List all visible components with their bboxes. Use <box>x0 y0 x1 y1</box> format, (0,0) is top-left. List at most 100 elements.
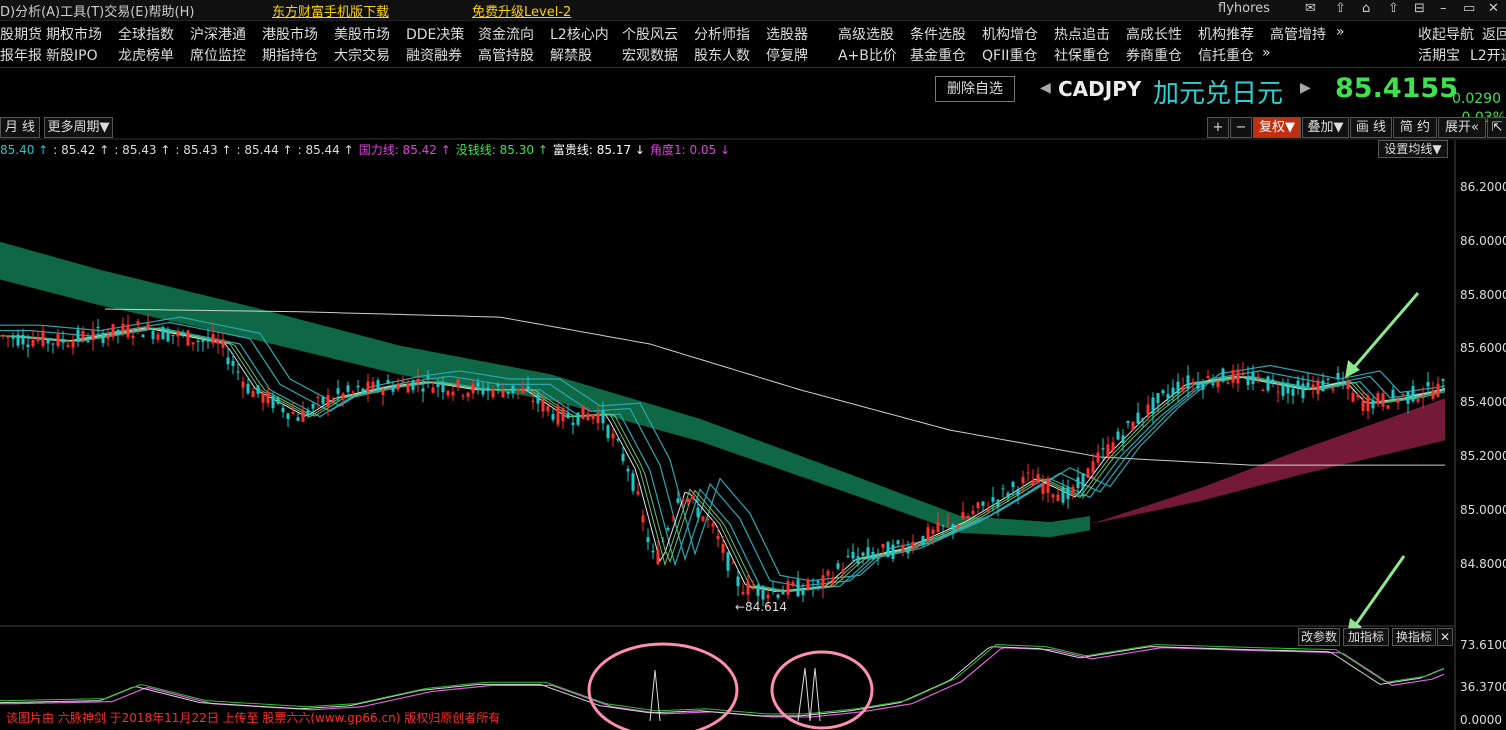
candle-body <box>1181 386 1185 391</box>
candle-body <box>91 330 95 341</box>
candle-body <box>691 495 695 499</box>
candle-body <box>1221 368 1225 382</box>
candle-body <box>101 333 105 344</box>
candle-body <box>431 387 435 393</box>
candle-body <box>511 385 515 394</box>
candle-body <box>1291 388 1295 396</box>
candle-body <box>436 382 440 388</box>
ma-band-green <box>0 241 1090 538</box>
candle-body <box>471 383 475 394</box>
candle-body <box>531 400 535 403</box>
candle-body <box>291 411 295 414</box>
candle-body <box>1121 435 1125 443</box>
candle-body <box>416 378 420 384</box>
candle-body <box>1111 442 1115 451</box>
candle-body <box>51 343 55 345</box>
candle-body <box>1371 399 1375 409</box>
indicator-line-white <box>0 646 1445 717</box>
candle-body <box>1001 488 1005 490</box>
candle-body <box>346 385 350 392</box>
candle-body <box>1206 375 1210 379</box>
candle-body <box>886 542 890 558</box>
candle-body <box>1406 391 1410 404</box>
candle-body <box>96 326 100 329</box>
candle-body <box>756 584 760 596</box>
candle-body <box>711 523 715 527</box>
candle-body <box>1216 381 1220 388</box>
candle-body <box>456 379 460 388</box>
indicator-axis-label: 73.6100 <box>1460 638 1506 652</box>
candle-body <box>166 331 170 342</box>
candle-body <box>741 592 745 595</box>
candle-body <box>656 550 660 565</box>
candle-body <box>836 563 840 569</box>
annotation-arrow <box>1348 292 1420 373</box>
candle-body <box>956 525 960 528</box>
candle-body <box>71 340 75 348</box>
candle-body <box>1186 375 1190 389</box>
candle-body <box>1156 393 1160 403</box>
candle-body <box>1016 488 1020 496</box>
candle-body <box>1351 392 1355 402</box>
candle-body <box>1176 381 1180 394</box>
candle-body <box>1171 387 1175 395</box>
candle-body <box>266 391 270 404</box>
candle-body <box>911 541 915 548</box>
candle-body <box>231 360 235 366</box>
candle-body <box>921 535 925 545</box>
candle-body <box>1286 385 1290 394</box>
candle-body <box>1276 391 1280 393</box>
candle-body <box>986 509 990 512</box>
candle-body <box>816 580 820 583</box>
candle-body <box>1281 383 1285 396</box>
candle-body <box>941 525 945 527</box>
candle-body <box>31 339 35 347</box>
candle-body <box>486 387 490 392</box>
candle-body <box>671 516 675 518</box>
candle-body <box>1336 372 1340 380</box>
candle-body <box>1056 494 1060 501</box>
candle-body <box>506 391 510 394</box>
watermark-text: 该图片由 六脉神剑 于2018年11月22日 上传至 股票六六(www.gp66… <box>6 711 501 725</box>
candle-body <box>641 515 645 523</box>
candle-body <box>1346 382 1350 390</box>
price-axis-label: 85.8000 <box>1460 287 1506 302</box>
candle-body <box>871 551 875 559</box>
candle-body <box>1161 390 1165 394</box>
candle-body <box>1331 388 1335 391</box>
candle-body <box>1046 478 1050 493</box>
candle-body <box>1131 421 1135 431</box>
candle-body <box>216 339 220 344</box>
candle-body <box>56 333 60 347</box>
candle-body <box>61 338 65 343</box>
close-indicator-icon[interactable]: ✕ <box>1437 628 1453 646</box>
candlestick-chart[interactable]: ←84.614 <box>0 0 1506 730</box>
candle-body <box>126 324 130 337</box>
candle-body <box>491 389 495 398</box>
candle-body <box>1391 389 1395 399</box>
candle-body <box>1401 394 1405 396</box>
candle-body <box>411 380 415 391</box>
candle-body <box>601 411 605 424</box>
candle-body <box>1136 412 1140 424</box>
candle-body <box>1431 390 1435 399</box>
candle-body <box>571 422 575 425</box>
candle-body <box>361 388 365 393</box>
candle-body <box>1091 461 1095 473</box>
candle-body <box>496 384 500 387</box>
switch-indicator-button[interactable]: 换指标 <box>1392 628 1436 646</box>
candle-body <box>611 433 615 439</box>
candle-body <box>776 594 780 598</box>
candle-body <box>1296 380 1300 388</box>
candle-body <box>196 340 200 342</box>
candle-body <box>971 510 975 515</box>
candle-body <box>461 395 465 397</box>
candle-body <box>1011 482 1015 488</box>
candle-body <box>236 371 240 373</box>
candle-body <box>1166 393 1170 399</box>
change-params-button[interactable]: 改参数 <box>1298 628 1340 646</box>
candle-body <box>791 581 795 587</box>
candle-body <box>131 335 135 339</box>
candle-body <box>1116 431 1120 440</box>
add-indicator-button[interactable]: 加指标 <box>1343 628 1389 646</box>
